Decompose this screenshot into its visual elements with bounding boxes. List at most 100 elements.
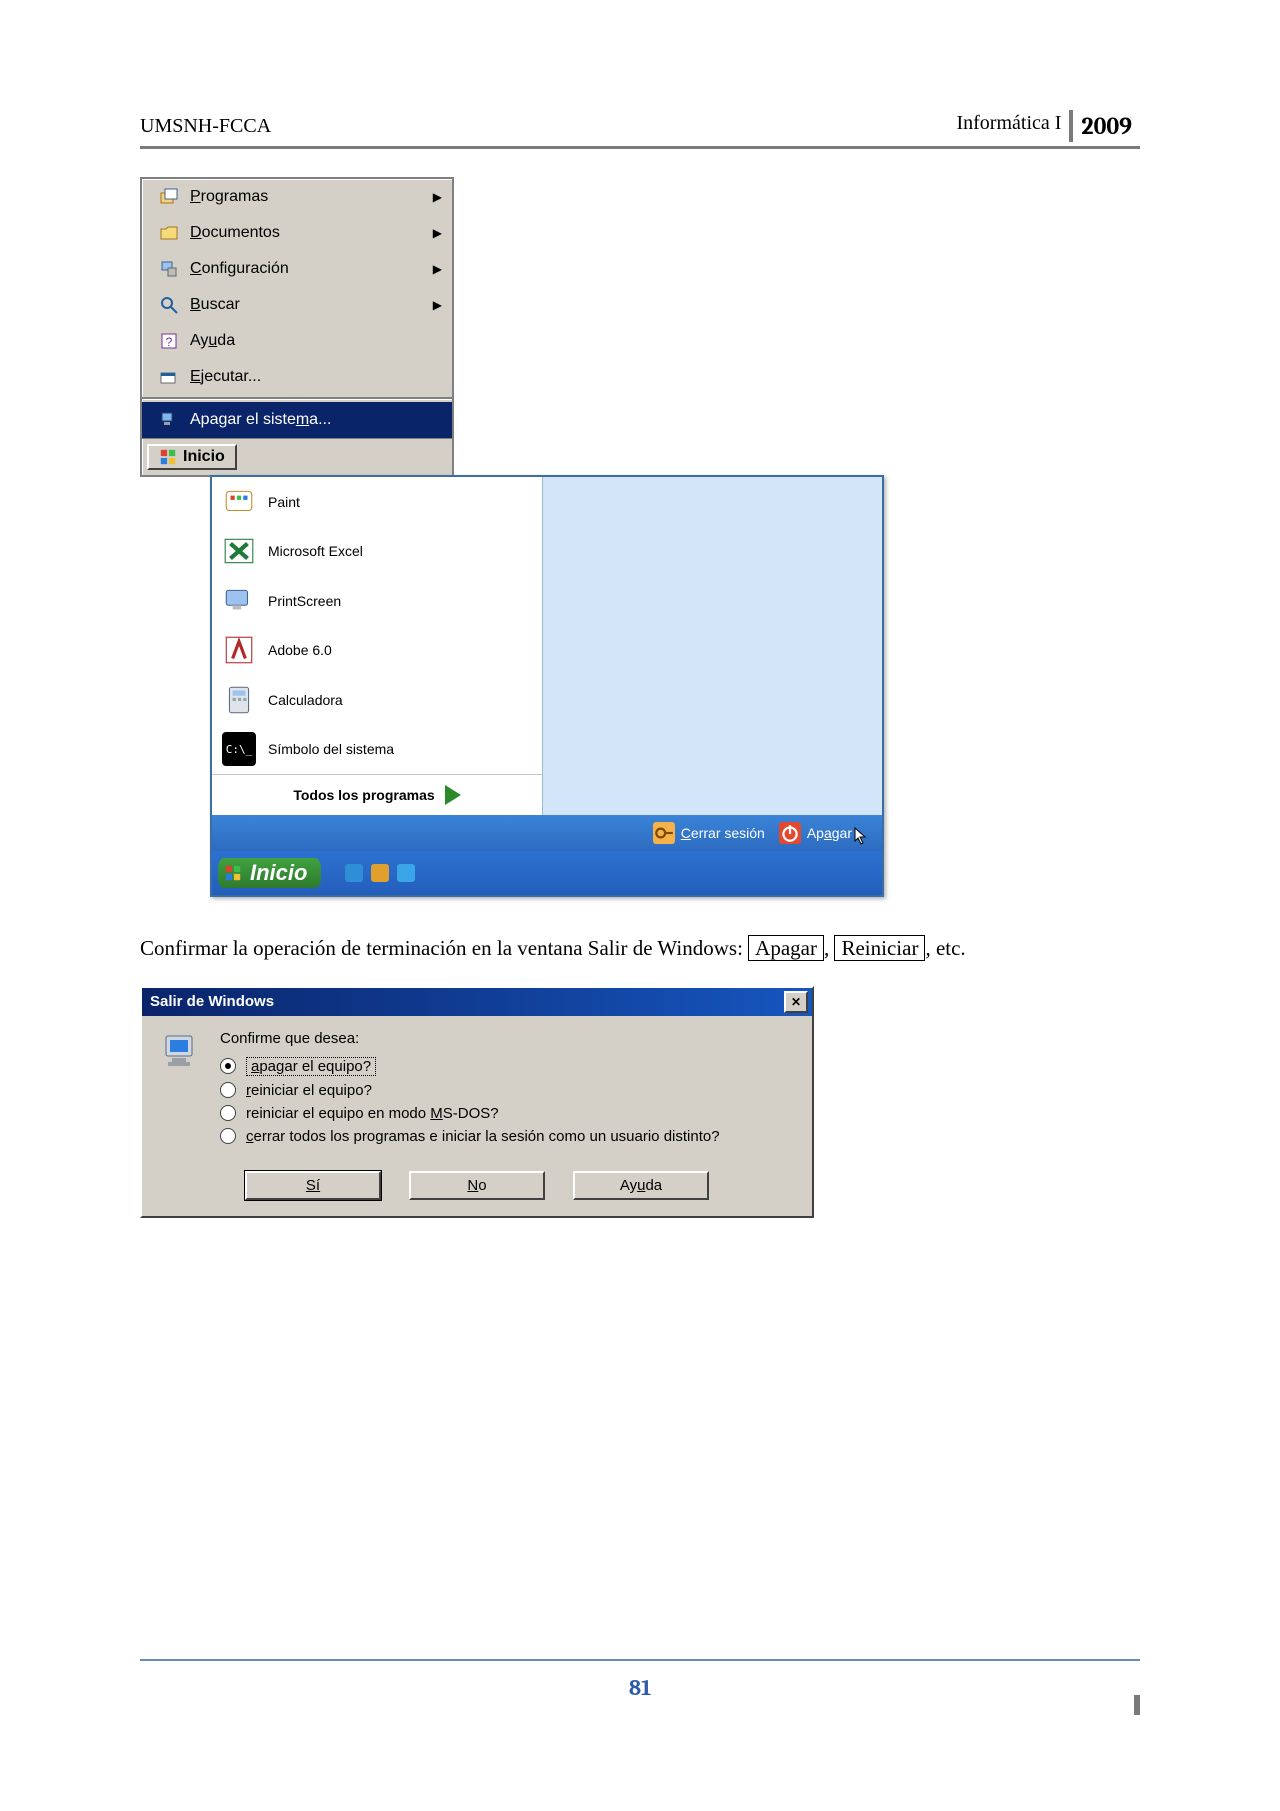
dialog-title-text: Salir de Windows <box>150 993 274 1010</box>
shutdown-icon <box>158 409 180 431</box>
header-course: Informática I <box>948 110 1069 142</box>
key-icon <box>653 822 675 844</box>
xp-bottom-bar: Cerrar sesión Apagar <box>212 815 882 851</box>
page-header: UMSNH-FCCA Informática I 2009 <box>140 110 1140 149</box>
xp-program-label: PrintScreen <box>268 593 341 609</box>
menu-label: Ejecutar... <box>190 368 261 386</box>
menu-label: Configuración <box>190 260 289 278</box>
menu-item-documentos[interactable]: Documentos ▶ <box>142 215 452 251</box>
radio-label: reiniciar el equipo en modo MS-DOS? <box>246 1105 499 1122</box>
run-icon <box>158 366 180 388</box>
xp-program-calculadora[interactable]: Calculadora <box>212 675 542 725</box>
windows-flag-icon <box>224 864 242 882</box>
xp-logoff-button[interactable]: Cerrar sesión <box>653 822 765 844</box>
submenu-arrow-icon: ▶ <box>433 226 442 240</box>
menu-separator <box>142 397 452 400</box>
xp-start-panel: Paint Microsoft Excel PrintScreen <box>210 475 884 897</box>
dialog-prompt: Confirme que desea: <box>220 1030 794 1047</box>
header-year: 2009 <box>1069 110 1140 142</box>
xp-program-printscreen[interactable]: PrintScreen <box>212 576 542 626</box>
xp-shutdown-button[interactable]: Apagar <box>779 821 868 845</box>
tray-icon[interactable] <box>345 864 363 882</box>
classic-start-label: Inicio <box>183 448 225 466</box>
menu-item-buscar[interactable]: Buscar ▶ <box>142 287 452 323</box>
exit-windows-dialog: Salir de Windows ✕ Confirme que desea: a… <box>140 986 814 1218</box>
submenu-arrow-icon: ▶ <box>433 262 442 276</box>
xp-program-label: Símbolo del sistema <box>268 741 394 757</box>
menu-item-ejecutar[interactable]: Ejecutar... <box>142 359 452 395</box>
radio-option-apagar[interactable]: apagar el equipo? <box>220 1057 794 1076</box>
menu-item-ayuda[interactable]: ? Ayuda <box>142 323 452 359</box>
xp-logoff-label: Cerrar sesión <box>681 825 765 841</box>
dialog-yes-button[interactable]: Sí <box>245 1171 381 1200</box>
menu-label: Documentos <box>190 224 280 242</box>
xp-program-excel[interactable]: Microsoft Excel <box>212 527 542 577</box>
menu-label: Apagar el sistema... <box>190 411 331 429</box>
xp-all-programs[interactable]: Todos los programas <box>212 774 542 815</box>
windows-flag-icon <box>159 448 177 466</box>
cmd-icon: C:\_ <box>222 732 256 766</box>
xp-program-label: Calculadora <box>268 692 343 708</box>
radio-option-reiniciar[interactable]: reiniciar el equipo? <box>220 1082 794 1099</box>
adobe-icon <box>222 633 256 667</box>
paint-icon <box>222 485 256 519</box>
body-text-part: Confirmar la operación de terminación en… <box>140 936 748 960</box>
body-text-part: , <box>824 936 835 960</box>
radio-option-msdos[interactable]: reiniciar el equipo en modo MS-DOS? <box>220 1105 794 1122</box>
dialog-no-button[interactable]: No <box>409 1171 545 1200</box>
printscreen-icon <box>222 584 256 618</box>
submenu-arrow-icon: ▶ <box>433 190 442 204</box>
svg-text:?: ? <box>166 335 173 349</box>
dialog-help-button[interactable]: Ayuda <box>573 1171 709 1200</box>
submenu-arrow-icon: ▶ <box>433 298 442 312</box>
help-icon: ? <box>158 330 180 352</box>
radio-icon <box>220 1082 236 1098</box>
radio-icon <box>220 1058 236 1074</box>
xp-program-label: Microsoft Excel <box>268 543 363 559</box>
calculator-icon <box>222 683 256 717</box>
radio-label: reiniciar el equipo? <box>246 1082 372 1099</box>
search-icon <box>158 294 180 316</box>
documents-icon <box>158 222 180 244</box>
tray-icon[interactable] <box>397 864 415 882</box>
menu-item-programas[interactable]: Programas ▶ <box>142 179 452 215</box>
radio-label: cerrar todos los programas e iniciar la … <box>246 1128 720 1145</box>
keycap-apagar: Apagar <box>748 935 824 961</box>
body-paragraph: Confirmar la operación de terminación en… <box>140 933 1140 965</box>
xp-program-paint[interactable]: Paint <box>212 477 542 527</box>
excel-icon <box>222 534 256 568</box>
menu-item-apagar-sistema[interactable]: Apagar el sistema... <box>142 402 452 438</box>
triangle-right-icon <box>445 785 461 805</box>
xp-all-programs-label: Todos los programas <box>293 787 434 803</box>
radio-label: apagar el equipo? <box>246 1057 376 1076</box>
radio-icon <box>220 1128 236 1144</box>
settings-icon <box>158 258 180 280</box>
body-text-part: , etc. <box>925 936 965 960</box>
dialog-titlebar: Salir de Windows ✕ <box>142 988 812 1016</box>
xp-programs-column: Paint Microsoft Excel PrintScreen <box>212 477 542 815</box>
dialog-close-button[interactable]: ✕ <box>784 991 808 1013</box>
xp-program-adobe[interactable]: Adobe 6.0 <box>212 626 542 676</box>
radio-option-cerrar-sesion[interactable]: cerrar todos los programas e iniciar la … <box>220 1128 794 1145</box>
power-icon <box>779 822 801 844</box>
tray-icon[interactable] <box>371 864 389 882</box>
programs-icon <box>158 186 180 208</box>
xp-start-label: Inicio <box>250 860 307 886</box>
dialog-computer-icon <box>160 1030 204 1151</box>
xp-places-column <box>542 477 882 815</box>
xp-start-button[interactable]: Inicio <box>218 858 321 888</box>
menu-label: Buscar <box>190 296 240 314</box>
menu-label: Programas <box>190 188 268 206</box>
page-number: 81 <box>0 1675 1280 1701</box>
xp-program-cmd[interactable]: C:\_ Símbolo del sistema <box>212 725 542 775</box>
keycap-reiniciar: Reiniciar <box>834 935 925 961</box>
xp-taskbar: Inicio <box>212 851 882 895</box>
header-institution: UMSNH-FCCA <box>140 115 271 138</box>
menu-item-configuracion[interactable]: Configuración ▶ <box>142 251 452 287</box>
xp-program-label: Adobe 6.0 <box>268 642 332 658</box>
xp-shutdown-label: Apagar <box>807 825 852 841</box>
classic-start-button[interactable]: Inicio <box>147 444 237 470</box>
classic-start-menu: Programas ▶ Documentos ▶ Configuración ▶… <box>140 177 454 477</box>
radio-icon <box>220 1105 236 1121</box>
menu-label: Ayuda <box>190 332 235 350</box>
